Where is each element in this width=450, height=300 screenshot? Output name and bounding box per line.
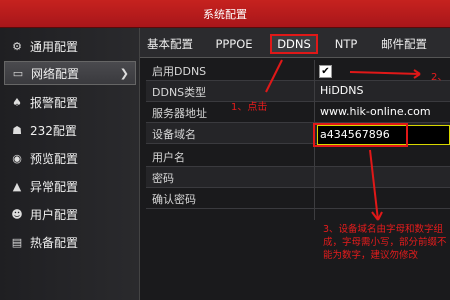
arrow-step3 — [369, 149, 379, 221]
arrow-step2 — [349, 71, 421, 75]
annotation-step2: 2、 — [431, 72, 448, 83]
annotation-step3: 3、设备域名由字母和数字组成，字母需小写，部分前缀不能为数字，建议勿修改 — [323, 224, 447, 261]
arrow-step1 — [265, 59, 283, 93]
annotation-step1: 1、点击 — [231, 102, 268, 113]
